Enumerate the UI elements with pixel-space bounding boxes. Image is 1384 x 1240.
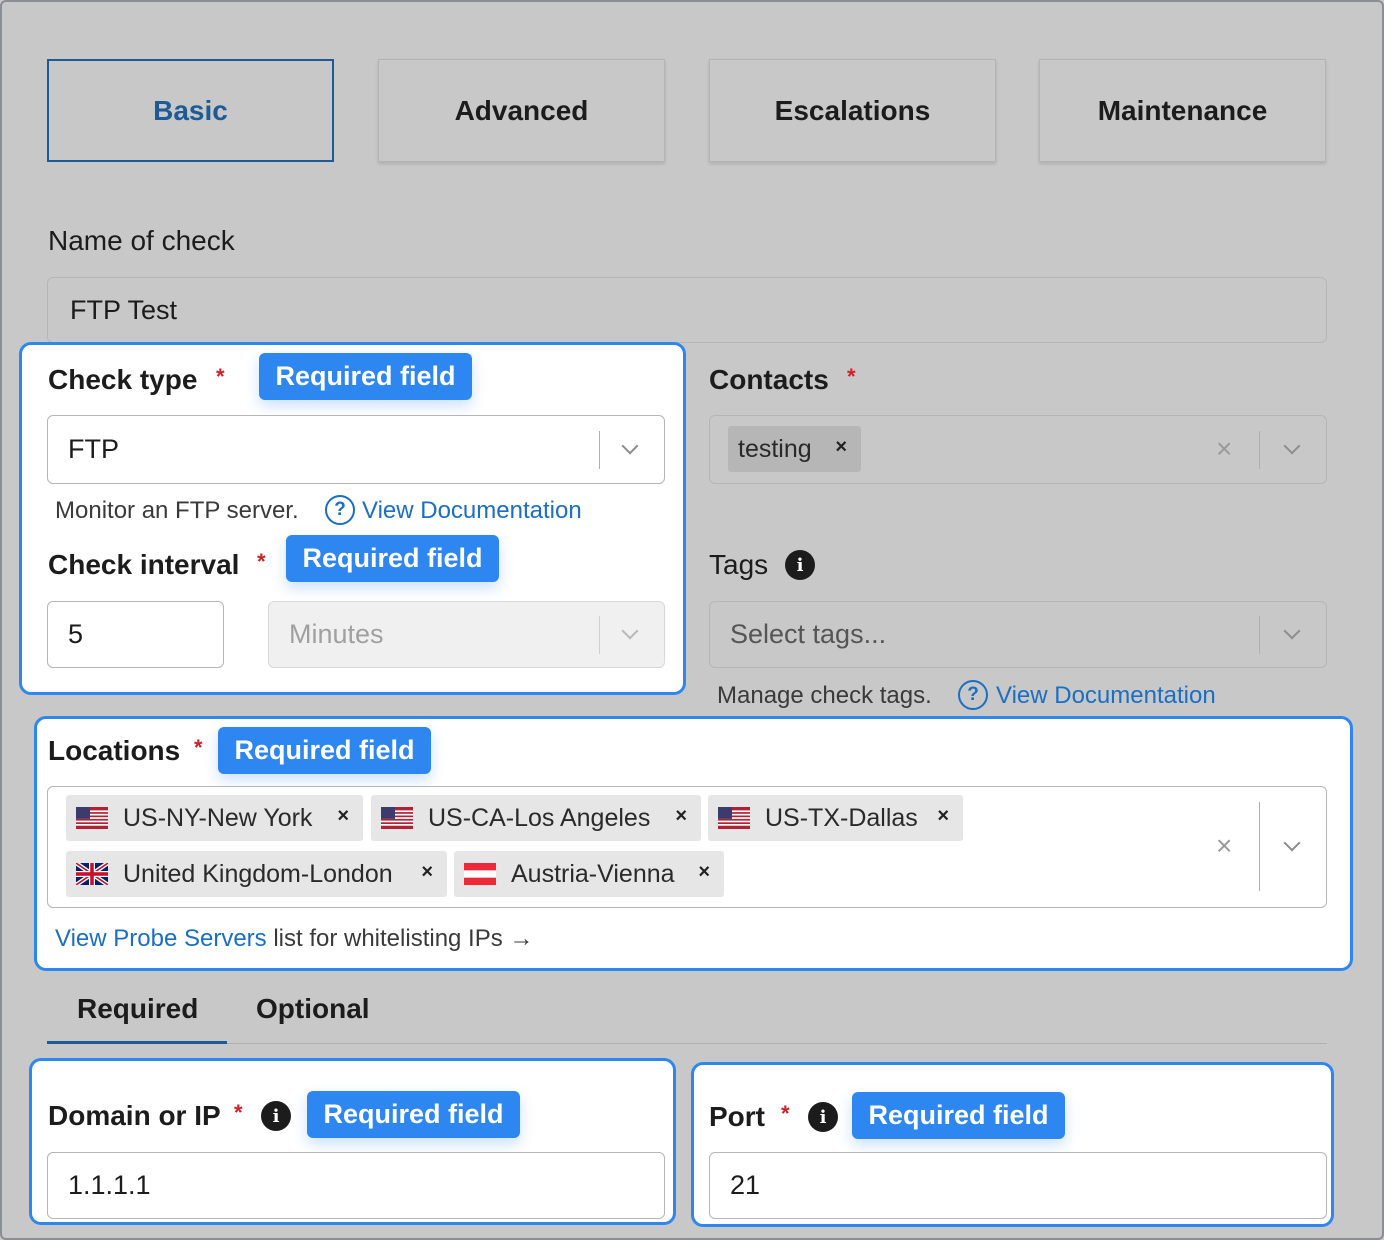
remove-icon[interactable]: ×	[937, 805, 949, 828]
port-input[interactable]: 21	[709, 1152, 1327, 1219]
remove-icon[interactable]: ×	[675, 805, 687, 828]
uk-flag-icon	[76, 863, 108, 885]
remove-icon[interactable]: ×	[421, 861, 433, 884]
location-name: US-NY-New York	[123, 803, 313, 832]
check-type-doc-link[interactable]: View Documentation	[362, 497, 582, 525]
clear-icon[interactable]: ×	[1216, 435, 1232, 463]
tab-basic[interactable]: Basic	[47, 59, 334, 162]
location-name: US-TX-Dallas	[765, 803, 918, 832]
required-field-badge: Required field	[259, 353, 472, 400]
check-type-select[interactable]: FTP	[47, 415, 665, 484]
info-icon[interactable]: i	[261, 1101, 291, 1131]
select-separator	[599, 431, 600, 469]
check-type-help: Monitor an FTP server.	[55, 497, 299, 524]
info-icon[interactable]: i	[785, 550, 815, 580]
subtab-divider	[47, 1043, 1327, 1044]
name-of-check-input[interactable]: FTP Test	[47, 277, 1327, 343]
remove-icon[interactable]: ×	[698, 861, 710, 884]
tags-placeholder: Select tags...	[730, 619, 887, 649]
port-label: Port	[709, 1101, 765, 1132]
required-field-badge: Required field	[852, 1092, 1065, 1139]
tags-select[interactable]: Select tags...	[709, 601, 1327, 668]
probe-servers-text: list for whitelisting IPs →	[273, 925, 534, 952]
probe-servers-note: View Probe Servers list for whitelisting…	[55, 925, 533, 953]
domain-label: Domain or IP	[48, 1100, 221, 1131]
name-of-check-value: FTP Test	[70, 294, 178, 325]
check-type-label: Check type	[48, 364, 198, 395]
domain-value: 1.1.1.1	[68, 1170, 151, 1200]
check-interval-label: Check interval	[48, 549, 240, 580]
tab-escalations[interactable]: Escalations	[709, 59, 996, 162]
location-chip: US-TX-Dallas ×	[708, 795, 963, 841]
name-of-check-label: Name of check	[48, 225, 235, 256]
select-separator	[1259, 616, 1260, 654]
info-icon[interactable]: i	[808, 1102, 838, 1132]
location-name: Austria-Vienna	[511, 859, 675, 888]
remove-icon[interactable]: ×	[835, 436, 847, 459]
locations-label: Locations	[48, 735, 181, 766]
select-separator	[1259, 802, 1260, 891]
required-field-badge: Required field	[307, 1091, 520, 1138]
remove-icon[interactable]: ×	[337, 805, 349, 828]
tags-doc-link[interactable]: View Documentation	[996, 682, 1216, 710]
location-name: United Kingdom-London	[123, 859, 393, 888]
interval-unit-value: Minutes	[289, 619, 384, 649]
required-star: *	[194, 735, 203, 760]
question-circle-icon: ?	[958, 680, 988, 710]
contact-chip-label: testing	[738, 434, 812, 463]
us-flag-icon	[718, 807, 750, 829]
location-chip: US-NY-New York ×	[66, 795, 363, 841]
tags-help: Manage check tags.	[717, 682, 932, 709]
check-type-value: FTP	[68, 434, 119, 464]
select-separator	[1259, 431, 1260, 469]
us-flag-icon	[381, 807, 413, 829]
tab-advanced[interactable]: Advanced	[378, 59, 665, 162]
required-star: *	[257, 549, 266, 574]
check-interval-input[interactable]: 5	[47, 601, 224, 668]
port-value: 21	[730, 1170, 761, 1200]
us-flag-icon	[76, 807, 108, 829]
tab-maintenance[interactable]: Maintenance	[1039, 59, 1326, 162]
location-chip: US-CA-Los Angeles ×	[371, 795, 701, 841]
subtab-optional[interactable]: Optional	[256, 993, 370, 1025]
required-star: *	[847, 364, 856, 389]
contacts-label: Contacts	[709, 364, 829, 395]
location-chip: United Kingdom-London ×	[66, 851, 447, 897]
austria-flag-icon	[464, 863, 496, 885]
select-separator	[599, 616, 600, 654]
contact-chip: testing ×	[728, 426, 861, 472]
required-field-badge: Required field	[286, 535, 499, 582]
check-interval-value: 5	[68, 619, 84, 649]
interval-unit-select[interactable]: Minutes	[268, 601, 665, 668]
probe-servers-link[interactable]: View Probe Servers	[55, 925, 267, 952]
required-field-badge: Required field	[218, 727, 431, 774]
clear-icon[interactable]: ×	[1216, 832, 1232, 860]
location-name: US-CA-Los Angeles	[428, 803, 651, 832]
subtab-required[interactable]: Required	[77, 993, 198, 1025]
required-star: *	[234, 1100, 243, 1125]
subtab-active-indicator	[47, 1041, 227, 1044]
question-circle-icon: ?	[325, 495, 355, 525]
domain-input[interactable]: 1.1.1.1	[47, 1152, 665, 1219]
required-star: *	[781, 1101, 790, 1126]
required-star: *	[216, 364, 225, 389]
location-chip: Austria-Vienna ×	[454, 851, 724, 897]
tags-label: Tags	[709, 549, 769, 580]
